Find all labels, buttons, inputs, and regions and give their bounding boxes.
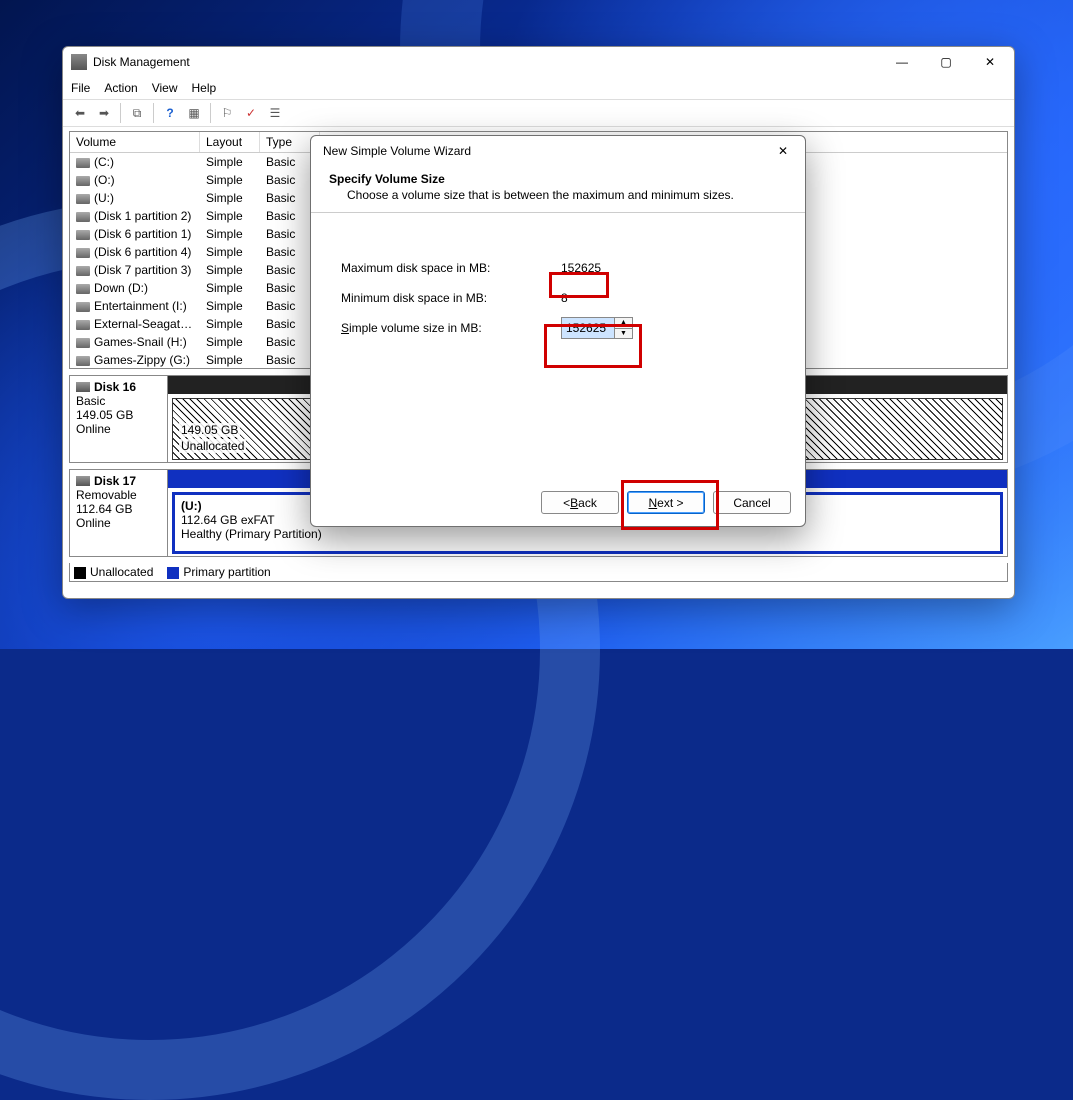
action-icon[interactable]: ⚐ (216, 102, 238, 124)
legend: Unallocated Primary partition (69, 563, 1008, 582)
min-space-value: 8 (561, 291, 681, 305)
volume-icon (76, 356, 90, 366)
region-size: 149.05 GB (179, 423, 240, 437)
legend-unallocated: Unallocated (90, 565, 153, 579)
dialog-close-button[interactable]: ✕ (767, 138, 799, 164)
unallocated-swatch (74, 567, 86, 579)
close-button[interactable]: ✕ (968, 47, 1012, 77)
minimize-button[interactable]: — (880, 47, 924, 77)
disk-size: 112.64 GB (76, 502, 161, 516)
menu-action[interactable]: Action (104, 81, 137, 95)
maximize-button[interactable]: ▢ (924, 47, 968, 77)
disk-kind: Basic (76, 394, 161, 408)
primary-swatch (167, 567, 179, 579)
disk-icon (76, 382, 90, 392)
volume-icon (76, 320, 90, 330)
disk-status: Online (76, 516, 161, 530)
col-layout[interactable]: Layout (200, 132, 260, 152)
menu-file[interactable]: File (71, 81, 90, 95)
dialog-titlebar[interactable]: New Simple Volume Wizard ✕ (311, 136, 805, 166)
volume-icon (76, 176, 90, 186)
disk-size: 149.05 GB (76, 408, 161, 422)
forward-icon[interactable]: ➡ (93, 102, 115, 124)
disk-kind: Removable (76, 488, 161, 502)
col-volume[interactable]: Volume (70, 132, 200, 152)
grid-icon[interactable]: ▦ (183, 102, 205, 124)
window-title: Disk Management (93, 55, 880, 69)
back-icon[interactable]: ⬅ (69, 102, 91, 124)
new-simple-volume-wizard: New Simple Volume Wizard ✕ Specify Volum… (310, 135, 806, 527)
menu-view[interactable]: View (152, 81, 178, 95)
menu-bar: File Action View Help (63, 77, 1014, 99)
spin-up-icon[interactable]: ▲ (615, 318, 632, 329)
volume-icon (76, 230, 90, 240)
disk-16-info: Disk 16 Basic 149.05 GB Online (70, 376, 168, 462)
back-button[interactable]: < Back (541, 491, 619, 514)
max-space-label: Maximum disk space in MB: (341, 261, 561, 275)
volume-icon (76, 158, 90, 168)
volume-icon (76, 248, 90, 258)
cancel-button[interactable]: Cancel (713, 491, 791, 514)
partition-name: (U:) (181, 499, 202, 513)
dialog-subtext: Choose a volume size that is between the… (329, 186, 787, 202)
dialog-title: New Simple Volume Wizard (323, 144, 767, 158)
disk-label: Disk 16 (94, 380, 136, 394)
disk-17-info: Disk 17 Removable 112.64 GB Online (70, 470, 168, 556)
volume-size-spinner[interactable]: ▲ ▼ (561, 317, 633, 339)
volume-icon (76, 338, 90, 348)
dialog-heading: Specify Volume Size (329, 172, 445, 186)
help-icon[interactable]: ? (159, 102, 181, 124)
disk-label: Disk 17 (94, 474, 136, 488)
volume-size-label: Simple volume size in MB: (341, 321, 561, 335)
volume-icon (76, 194, 90, 204)
list-icon[interactable]: ☰ (264, 102, 286, 124)
volume-icon (76, 284, 90, 294)
region-status: Unallocated (179, 439, 246, 453)
toolbar: ⬅ ➡ ⧉ ? ▦ ⚐ ✓ ☰ (63, 99, 1014, 127)
show-hide-icon[interactable]: ⧉ (126, 102, 148, 124)
volume-icon (76, 302, 90, 312)
volume-icon (76, 266, 90, 276)
disk-icon (76, 476, 90, 486)
check-icon[interactable]: ✓ (240, 102, 262, 124)
app-icon (71, 54, 87, 70)
spin-down-icon[interactable]: ▼ (615, 329, 632, 339)
volume-icon (76, 212, 90, 222)
dialog-header: Specify Volume Size Choose a volume size… (311, 166, 805, 213)
legend-primary: Primary partition (183, 565, 270, 579)
titlebar[interactable]: Disk Management — ▢ ✕ (63, 47, 1014, 77)
partition-health: Healthy (Primary Partition) (181, 527, 994, 541)
disk-status: Online (76, 422, 161, 436)
volume-size-input[interactable] (562, 318, 614, 338)
menu-help[interactable]: Help (192, 81, 217, 95)
max-space-value: 152625 (561, 261, 681, 275)
min-space-label: Minimum disk space in MB: (341, 291, 561, 305)
next-button[interactable]: Next > (627, 491, 705, 514)
